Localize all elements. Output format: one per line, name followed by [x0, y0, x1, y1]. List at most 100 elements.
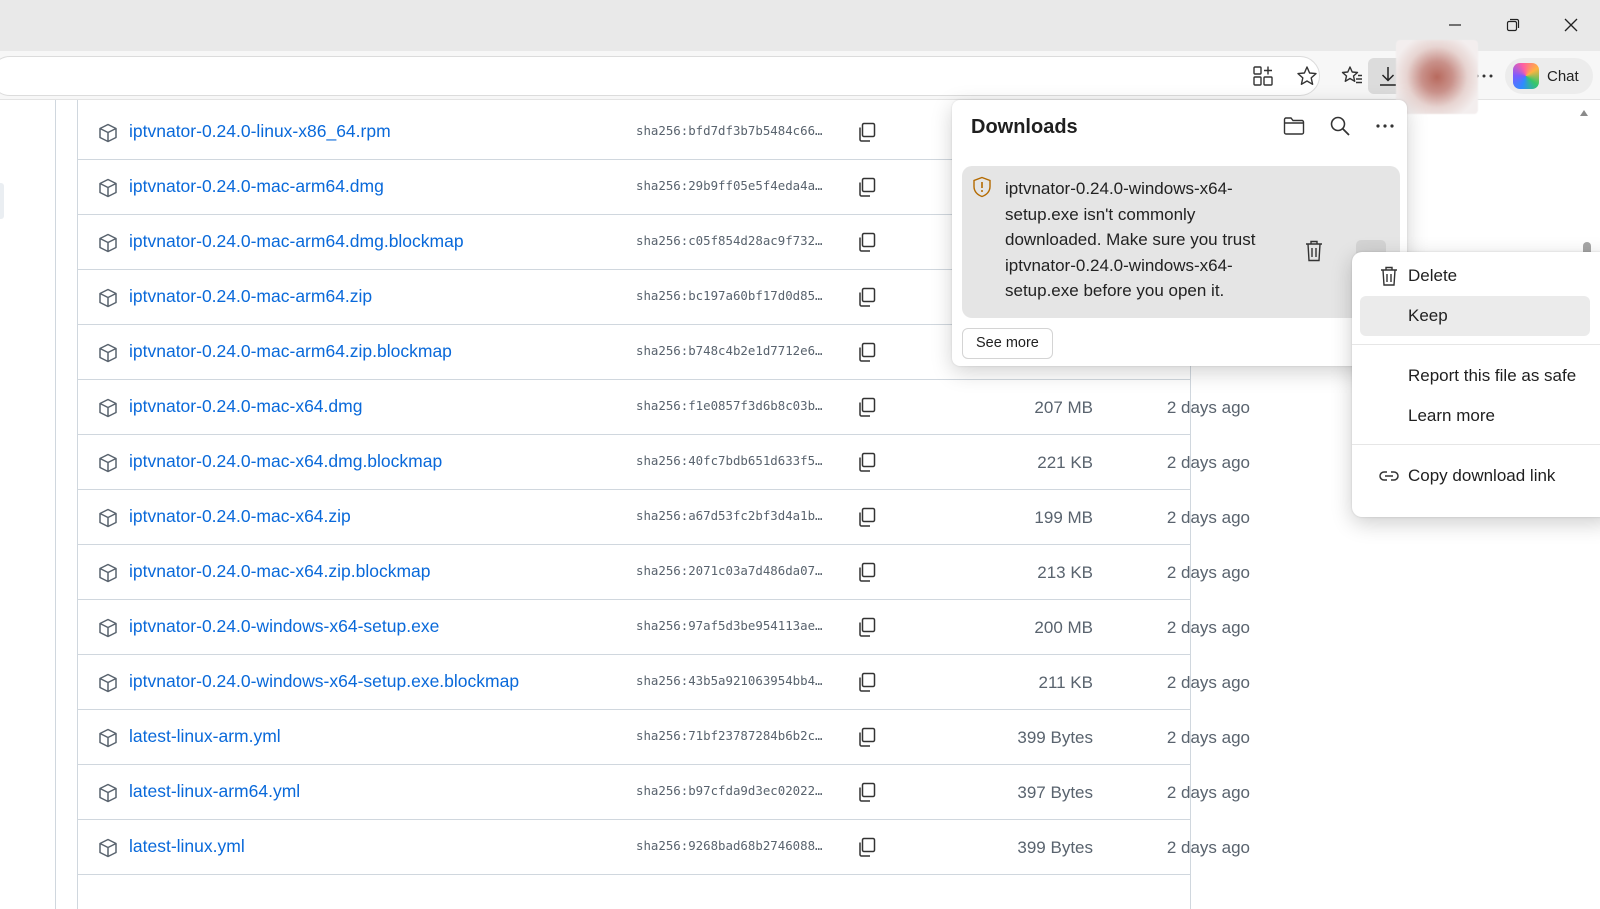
scrollbar-thumb[interactable]: [1583, 242, 1591, 252]
menu-item-copy-link[interactable]: Copy download link: [1360, 456, 1590, 496]
asset-row: iptvnator-0.24.0-mac-x64.zip sha256:a67d5…: [78, 489, 1250, 545]
package-icon: [98, 838, 118, 858]
package-icon: [98, 233, 118, 253]
favorites-icon: [1341, 66, 1362, 84]
asset-link[interactable]: iptvnator-0.24.0-windows-x64-setup.exe.b…: [129, 671, 519, 692]
caret-up-icon: [1580, 110, 1588, 116]
copy-icon[interactable]: [856, 506, 878, 528]
asset-sha256: sha256:c05f854d28ac9f732…: [636, 233, 823, 248]
asset-sha256: sha256:71bf23787284b6b2c…: [636, 728, 823, 743]
downloads-flyout: Downloads iptvnator-0.24.0-windows-x64-s…: [952, 100, 1407, 366]
minimize-button[interactable]: [1432, 8, 1478, 42]
copy-icon[interactable]: [856, 561, 878, 583]
package-icon: [98, 178, 118, 198]
profile-avatar[interactable]: [1396, 40, 1478, 114]
asset-link[interactable]: iptvnator-0.24.0-windows-x64-setup.exe: [129, 616, 439, 637]
download-warning-text: iptvnator-0.24.0-windows-x64-setup.exe i…: [1005, 179, 1256, 300]
copy-icon[interactable]: [856, 396, 878, 418]
restore-button[interactable]: [1490, 8, 1536, 42]
scroll-up-arrow[interactable]: [1578, 106, 1590, 118]
chat-label: Chat: [1547, 67, 1579, 85]
asset-link[interactable]: latest-linux.yml: [129, 836, 245, 857]
asset-sha256: sha256:29b9ff05e5f4eda4a…: [636, 178, 823, 193]
package-icon: [98, 673, 118, 693]
package-icon: [98, 728, 118, 748]
package-icon: [98, 123, 118, 143]
apps-icon: [1253, 66, 1273, 86]
menu-item-report-safe[interactable]: Report this file as safe: [1360, 356, 1590, 396]
asset-sha256: sha256:f1e0857f3d6b8c03b…: [636, 398, 823, 413]
favorites-button[interactable]: [1340, 64, 1364, 88]
address-bar[interactable]: [0, 56, 1320, 96]
package-icon: [98, 783, 118, 803]
minimize-icon: [1449, 24, 1461, 26]
asset-row: iptvnator-0.24.0-mac-x64.zip.blockmap sha…: [78, 544, 1250, 600]
asset-sha256: sha256:9268bad68b2746088…: [636, 838, 823, 853]
copy-icon[interactable]: [856, 176, 878, 198]
menu-item-label: Learn more: [1408, 406, 1495, 425]
shield-warning-icon: [972, 176, 992, 198]
asset-link[interactable]: iptvnator-0.24.0-mac-x64.zip: [129, 506, 351, 527]
copy-icon[interactable]: [856, 451, 878, 473]
asset-link[interactable]: iptvnator-0.24.0-mac-arm64.zip: [129, 286, 372, 307]
asset-date: 2 days ago: [1166, 398, 1250, 417]
asset-date: 2 days ago: [1166, 673, 1250, 692]
copy-icon[interactable]: [856, 726, 878, 748]
copilot-chat-button[interactable]: Chat: [1505, 58, 1593, 94]
copy-icon[interactable]: [856, 286, 878, 308]
link-icon: [1378, 465, 1400, 487]
copy-icon[interactable]: [856, 616, 878, 638]
asset-link[interactable]: iptvnator-0.24.0-mac-x64.dmg.blockmap: [129, 451, 442, 472]
package-icon: [98, 453, 118, 473]
menu-separator: [1352, 344, 1600, 345]
add-favorite-button[interactable]: [1295, 64, 1319, 88]
see-more-button[interactable]: See more: [962, 328, 1053, 359]
downloads-more-button[interactable]: [1373, 114, 1399, 140]
copy-icon[interactable]: [856, 341, 878, 363]
asset-date: 2 days ago: [1166, 783, 1250, 802]
browser-toolbar: Chat: [0, 51, 1600, 100]
star-icon: [1297, 66, 1317, 85]
copy-icon[interactable]: [856, 121, 878, 143]
copy-icon[interactable]: [856, 781, 878, 803]
asset-sha256: sha256:2071c03a7d486da07…: [636, 563, 823, 578]
title-bar: [0, 0, 1600, 51]
trash-icon: [1378, 265, 1400, 287]
page-divider: [55, 100, 56, 909]
open-folder-button[interactable]: [1282, 114, 1308, 140]
menu-item-label: Keep: [1408, 306, 1448, 325]
asset-link[interactable]: iptvnator-0.24.0-mac-arm64.dmg: [129, 176, 384, 197]
menu-item-keep[interactable]: Keep: [1360, 296, 1590, 336]
menu-item-label: Report this file as safe: [1408, 366, 1577, 385]
copy-icon[interactable]: [856, 836, 878, 858]
delete-download-button[interactable]: [1303, 239, 1325, 263]
asset-row: iptvnator-0.24.0-mac-x64.dmg.blockmap sha…: [78, 434, 1250, 490]
trash-icon: [1306, 240, 1322, 262]
copy-icon[interactable]: [856, 671, 878, 693]
asset-link[interactable]: latest-linux-arm64.yml: [129, 781, 300, 802]
asset-sha256: sha256:bc197a60bf17d0d85…: [636, 288, 823, 303]
sidebar-edge: [0, 183, 4, 219]
asset-link[interactable]: iptvnator-0.24.0-mac-arm64.zip.blockmap: [129, 341, 452, 362]
asset-date: 2 days ago: [1166, 453, 1250, 472]
asset-date: 2 days ago: [1166, 618, 1250, 637]
package-icon: [98, 563, 118, 583]
asset-link[interactable]: latest-linux-arm.yml: [129, 726, 281, 747]
copy-icon[interactable]: [856, 231, 878, 253]
menu-item-learn-more[interactable]: Learn more: [1360, 396, 1590, 436]
asset-link[interactable]: iptvnator-0.24.0-linux-x86_64.rpm: [129, 121, 391, 142]
download-item[interactable]: iptvnator-0.24.0-windows-x64-setup.exe i…: [962, 166, 1400, 318]
copilot-icon: [1513, 63, 1539, 89]
asset-link[interactable]: iptvnator-0.24.0-mac-arm64.dmg.blockmap: [129, 231, 464, 252]
apps-button[interactable]: [1251, 64, 1275, 88]
search-downloads-button[interactable]: [1328, 114, 1354, 140]
close-window-button[interactable]: [1548, 8, 1594, 42]
menu-separator: [1352, 444, 1600, 445]
asset-link[interactable]: iptvnator-0.24.0-mac-x64.zip.blockmap: [129, 561, 431, 582]
asset-link[interactable]: iptvnator-0.24.0-mac-x64.dmg: [129, 396, 362, 417]
asset-row: iptvnator-0.24.0-windows-x64-setup.exe.b…: [78, 654, 1250, 710]
menu-item-delete[interactable]: Delete: [1360, 256, 1590, 296]
menu-item-label: Copy download link: [1408, 466, 1556, 485]
asset-sha256: sha256:bfd7df3b7b5484c66…: [636, 123, 823, 138]
folder-icon: [1283, 117, 1305, 135]
